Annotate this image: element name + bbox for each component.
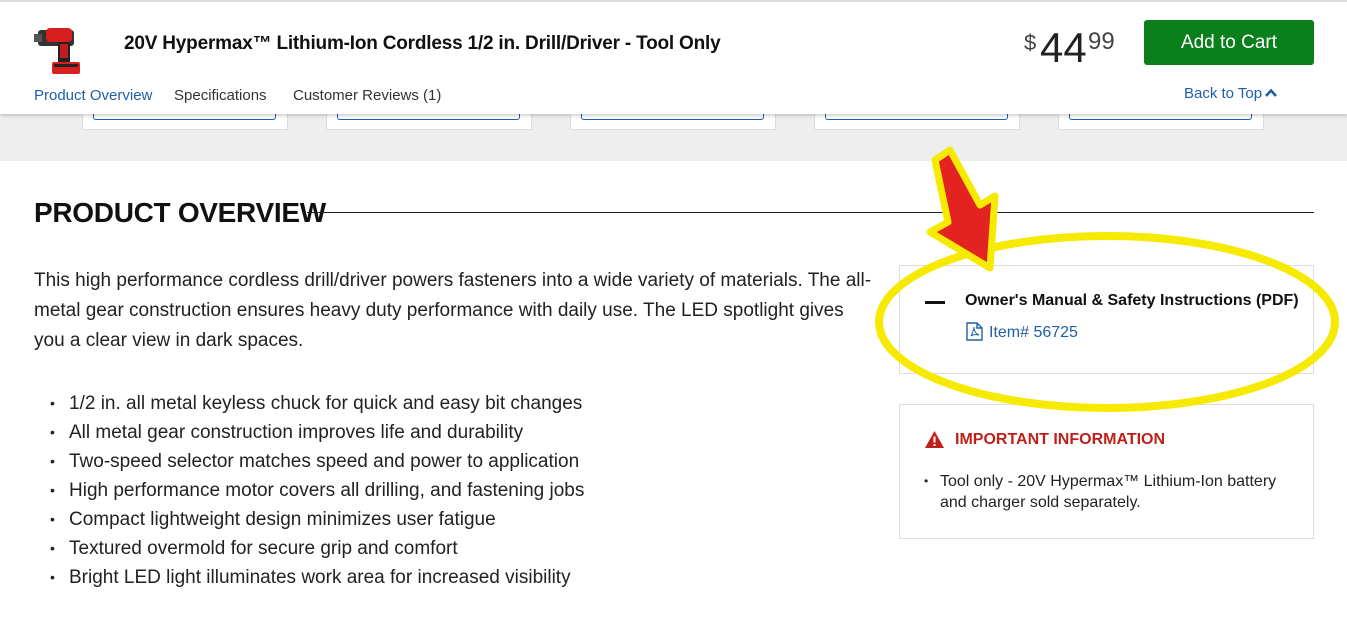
- price-currency: $: [1024, 30, 1037, 55]
- product-description: This high performance cordless drill/dri…: [34, 270, 872, 351]
- list-item: Bright LED light illuminates work area f…: [50, 563, 584, 592]
- card-button[interactable]: [93, 114, 276, 120]
- manuals-title[interactable]: Owner's Manual & Safety Instructions (PD…: [965, 292, 1299, 310]
- feature-list: 1/2 in. all metal keyless chuck for quic…: [50, 389, 584, 592]
- related-card[interactable]: [82, 114, 288, 130]
- list-item: Two-speed selector matches speed and pow…: [50, 447, 584, 476]
- back-to-top-link[interactable]: Back to Top: [1184, 85, 1278, 102]
- related-card[interactable]: [570, 114, 776, 130]
- related-card[interactable]: [326, 114, 532, 130]
- price-cents: 99: [1088, 28, 1115, 55]
- related-cards-strip: [0, 114, 1347, 161]
- minus-icon[interactable]: [925, 301, 945, 304]
- list-item: Tool only - 20V Hypermax™ Lithium-Ion ba…: [924, 471, 1284, 513]
- section-title: PRODUCT OVERVIEW: [34, 197, 326, 228]
- manual-link-label: Item# 56725: [989, 324, 1078, 341]
- list-item: Compact lightweight design minimizes use…: [50, 505, 584, 534]
- list-item: High performance motor covers all drilli…: [50, 476, 584, 505]
- list-item: All metal gear construction improves lif…: [50, 418, 584, 447]
- back-to-top-label: Back to Top: [1184, 85, 1263, 102]
- card-button[interactable]: [1069, 114, 1252, 120]
- chevron-up-icon: [1265, 88, 1278, 97]
- sticky-product-header: 20V Hypermax™ Lithium-Ion Cordless 1/2 i…: [0, 0, 1347, 114]
- related-card[interactable]: [1058, 114, 1264, 130]
- product-title: 20V Hypermax™ Lithium-Ion Cordless 1/2 i…: [124, 33, 721, 54]
- list-item: 1/2 in. all metal keyless chuck for quic…: [50, 389, 584, 418]
- card-button[interactable]: [581, 114, 764, 120]
- list-item: Textured overmold for secure grip and co…: [50, 534, 584, 563]
- tab-product-overview[interactable]: Product Overview: [34, 87, 152, 104]
- manuals-panel: Owner's Manual & Safety Instructions (PD…: [899, 265, 1314, 374]
- tab-specifications[interactable]: Specifications: [174, 87, 267, 104]
- important-info-list: Tool only - 20V Hypermax™ Lithium-Ion ba…: [924, 471, 1284, 513]
- add-to-cart-button[interactable]: Add to Cart: [1144, 20, 1314, 65]
- important-info-title: IMPORTANT INFORMATION: [955, 431, 1166, 448]
- price-dollars: 44: [1040, 24, 1087, 71]
- drill-product-thumbnail: [34, 28, 80, 74]
- card-button[interactable]: [337, 114, 520, 120]
- warning-icon: [925, 431, 944, 448]
- annotation-arrow: [926, 146, 999, 272]
- pdf-icon: [966, 322, 983, 341]
- product-price: $ 44 99: [1024, 24, 1134, 71]
- important-info-panel: IMPORTANT INFORMATION Tool only - 20V Hy…: [899, 404, 1314, 539]
- card-button[interactable]: [825, 114, 1008, 120]
- tab-customer-reviews[interactable]: Customer Reviews (1): [293, 87, 441, 104]
- section-divider: [307, 212, 1314, 213]
- related-card[interactable]: [814, 114, 1020, 130]
- manual-pdf-link[interactable]: Item# 56725: [966, 322, 1078, 342]
